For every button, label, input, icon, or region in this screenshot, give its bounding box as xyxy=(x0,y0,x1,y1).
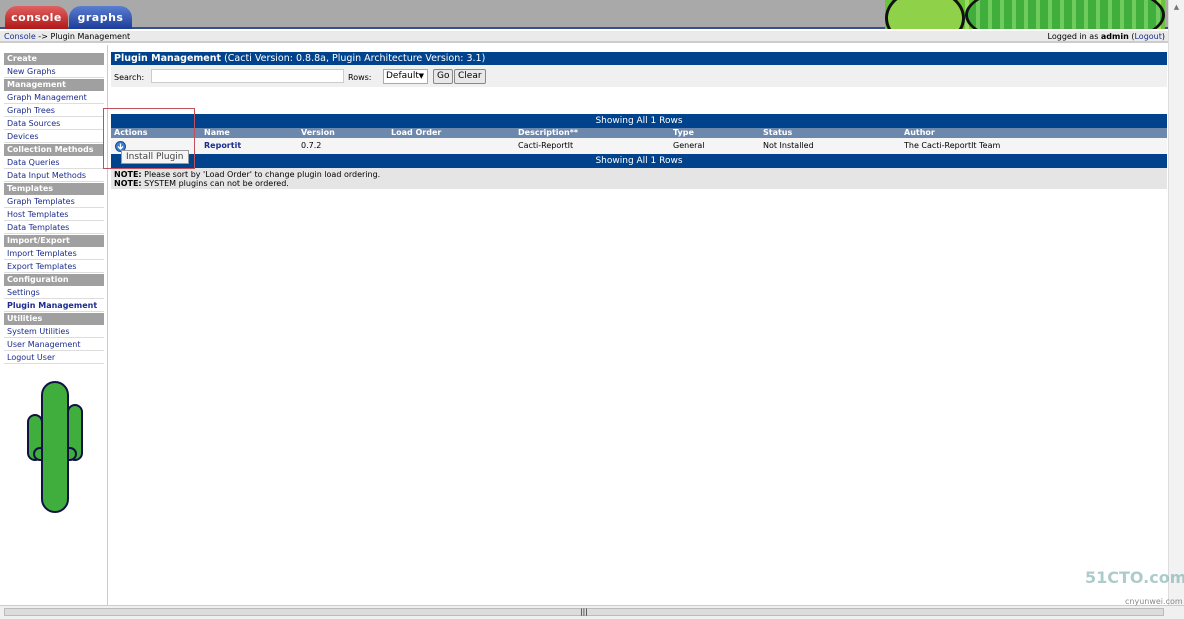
logout-link[interactable]: Logout xyxy=(1134,32,1161,41)
cactus-logo xyxy=(27,381,83,513)
breadcrumb-bar: Console -> Plugin Management Logged in a… xyxy=(0,31,1168,43)
note-2: NOTE: SYSTEM plugins can not be ordered. xyxy=(114,179,1164,188)
column-header[interactable]: Status xyxy=(763,128,792,138)
note-text: SYSTEM plugins can not be ordered. xyxy=(141,179,289,188)
tab-graphs[interactable]: graphs xyxy=(69,6,132,29)
watermark-sub: cnyunwei.com xyxy=(1125,597,1183,606)
sidebar-item-graph-management[interactable]: Graph Management xyxy=(4,92,104,104)
breadcrumb-current: Plugin Management xyxy=(50,32,131,41)
page-subtitle: (Cacti Version: 0.8.8a, Plugin Architect… xyxy=(221,53,486,64)
tab-console[interactable]: console xyxy=(5,6,68,29)
column-header[interactable]: Description** xyxy=(518,128,578,138)
search-label: Search: xyxy=(114,73,145,82)
table-header: Actions Name Version Load Order Description*… xyxy=(111,128,1167,138)
sidebar-item-data-templates[interactable]: Data Templates xyxy=(4,222,104,234)
sidebar-item-settings[interactable]: Settings xyxy=(4,287,104,299)
breadcrumb-separator: -> xyxy=(35,32,51,41)
main-content: Plugin Management (Cacti Version: 0.8.8a… xyxy=(111,52,1167,189)
sidebar-item-graph-trees[interactable]: Graph Trees xyxy=(4,105,104,117)
sidebar-section-create: Create xyxy=(4,53,104,65)
chevron-down-icon: ▼ xyxy=(418,72,424,80)
scrollbar-thumb[interactable]: ||| xyxy=(4,608,1164,616)
sidebar-section-templates: Templates xyxy=(4,183,104,195)
notes: NOTE: Please sort by 'Load Order' to cha… xyxy=(111,168,1167,189)
sidebar-item-graph-templates[interactable]: Graph Templates xyxy=(4,196,104,208)
column-header[interactable]: Load Order xyxy=(391,128,441,138)
sidebar-item-data-input-methods[interactable]: Data Input Methods xyxy=(4,170,104,182)
rows-select-value: Default xyxy=(386,71,419,81)
note-text: Please sort by 'Load Order' to change pl… xyxy=(141,170,381,179)
login-user: admin xyxy=(1100,32,1129,41)
sidebar-item-system-utilities[interactable]: System Utilities xyxy=(4,326,104,338)
sidebar-item-logout-user[interactable]: Logout User xyxy=(4,352,104,364)
sidebar-item-devices[interactable]: Devices xyxy=(4,131,104,143)
go-button[interactable]: Go xyxy=(433,69,454,84)
sidebar-section-collection-methods: Collection Methods xyxy=(4,144,104,156)
showing-rows-footer: Showing All 1 Rows xyxy=(111,154,1167,168)
cell-version: 0.7.2 xyxy=(301,141,322,150)
column-header[interactable]: Author xyxy=(904,128,935,138)
sidebar-section-management: Management xyxy=(4,79,104,91)
rows-select[interactable]: Default ▼ xyxy=(383,69,428,84)
sidebar-item-plugin-management[interactable]: Plugin Management xyxy=(4,300,104,312)
cell-name[interactable]: Reportit xyxy=(204,138,241,154)
sidebar-item-data-queries[interactable]: Data Queries xyxy=(4,157,104,169)
search-input[interactable] xyxy=(151,69,344,83)
rows-label: Rows: xyxy=(348,73,372,82)
note-label: NOTE: xyxy=(114,179,142,188)
column-header[interactable]: Name xyxy=(204,128,230,138)
scroll-up-icon[interactable]: ▲ xyxy=(1169,3,1184,11)
vertical-scrollbar[interactable]: ▲ xyxy=(1168,0,1184,605)
clear-button[interactable]: Clear xyxy=(454,69,486,84)
column-header[interactable]: Type xyxy=(673,128,694,138)
page-title: Plugin Management (Cacti Version: 0.8.8a… xyxy=(111,52,1167,65)
sidebar-item-user-management[interactable]: User Management xyxy=(4,339,104,351)
filter-bar: Search: Rows: Default ▼ Go Clear xyxy=(111,65,1167,87)
cell-type: General xyxy=(673,141,705,150)
table-row: Reportit 0.7.2 Cacti-ReportIt General Not In… xyxy=(111,138,1167,154)
breadcrumb-console-link[interactable]: Console xyxy=(4,32,36,41)
sidebar-item-host-templates[interactable]: Host Templates xyxy=(4,209,104,221)
sidebar-nav: Create New Graphs Management Graph Manageme… xyxy=(4,53,104,365)
login-prefix: Logged in as xyxy=(1047,32,1101,41)
top-bar: console graphs xyxy=(0,0,1168,29)
login-status: Logged in as admin (Logout) xyxy=(1047,32,1165,41)
sidebar-item-new-graphs[interactable]: New Graphs xyxy=(4,66,104,78)
sidebar-item-export-templates[interactable]: Export Templates xyxy=(4,261,104,273)
sidebar-section-configuration: Configuration xyxy=(4,274,104,286)
sidebar-section-utilities: Utilities xyxy=(4,313,104,325)
cell-author: The Cacti-ReportIt Team xyxy=(904,141,1001,150)
page-title-text: Plugin Management xyxy=(114,53,222,64)
horizontal-scrollbar[interactable]: ||| xyxy=(0,605,1184,619)
note-1: NOTE: Please sort by 'Load Order' to cha… xyxy=(114,170,1164,179)
showing-rows-header: Showing All 1 Rows xyxy=(111,114,1167,128)
breadcrumb: Console -> Plugin Management xyxy=(4,31,130,42)
cell-description: Cacti-ReportIt xyxy=(518,141,574,150)
sidebar-item-data-sources[interactable]: Data Sources xyxy=(4,118,104,130)
watermark: 51CTO.com xyxy=(1085,568,1184,587)
column-header[interactable]: Version xyxy=(301,128,335,138)
sidebar-section-import-export: Import/Export xyxy=(4,235,104,247)
sidebar: Create New Graphs Management Graph Manageme… xyxy=(0,45,108,605)
note-label: NOTE: xyxy=(114,170,142,179)
cacti-banner-image xyxy=(885,0,1165,29)
install-plugin-tooltip: Install Plugin xyxy=(121,150,189,164)
cell-status: Not Installed xyxy=(763,141,814,150)
sidebar-item-import-templates[interactable]: Import Templates xyxy=(4,248,104,260)
